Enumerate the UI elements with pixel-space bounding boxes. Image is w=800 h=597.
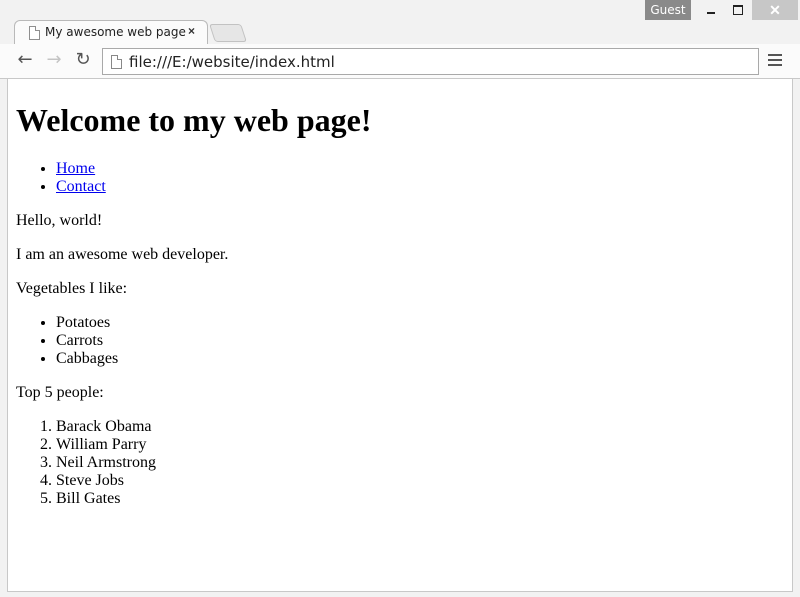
forward-arrow-icon[interactable]: → xyxy=(44,50,64,70)
vegetables-list: Potatoes Carrots Cabbages xyxy=(16,314,784,368)
list-item: Home xyxy=(56,160,784,178)
minimize-icon xyxy=(707,12,715,14)
address-bar[interactable]: file:///E:/website/index.html xyxy=(102,48,759,75)
list-item: Steve Jobs xyxy=(56,472,784,490)
people-heading: Top 5 people: xyxy=(16,384,104,401)
tab-title: My awesome web page xyxy=(45,25,186,39)
close-icon: ✕ xyxy=(769,2,781,18)
minimize-button[interactable] xyxy=(698,0,724,20)
maximize-button[interactable] xyxy=(725,0,751,20)
vegetables-heading: Vegetables I like: xyxy=(16,280,128,297)
contact-link[interactable]: Contact xyxy=(56,178,106,195)
page-heading: Welcome to my web page! xyxy=(16,102,372,138)
guest-profile-badge[interactable]: Guest xyxy=(645,0,691,20)
page-viewport: Welcome to my web page! Home Contact Hel… xyxy=(7,79,793,592)
browser-toolbar: ← → ↻ file:///E:/website/index.html xyxy=(0,44,800,79)
list-item: Neil Armstrong xyxy=(56,454,784,472)
window-close-button[interactable]: ✕ xyxy=(752,0,798,20)
new-tab-button[interactable] xyxy=(209,24,247,42)
document-icon xyxy=(29,26,40,40)
maximize-icon xyxy=(733,5,743,15)
nav-list: Home Contact xyxy=(16,160,784,196)
greeting-text: Hello, world! xyxy=(16,212,103,229)
hamburger-menu-icon[interactable] xyxy=(768,54,782,68)
list-item: Barack Obama xyxy=(56,418,784,436)
page-content: Welcome to my web page! Home Contact Hel… xyxy=(8,102,792,508)
page-icon xyxy=(111,55,122,69)
list-item: Carrots xyxy=(56,332,784,350)
reload-icon[interactable]: ↻ xyxy=(73,50,93,70)
people-list: Barack Obama William Parry Neil Armstron… xyxy=(16,418,784,508)
list-item: Bill Gates xyxy=(56,490,784,508)
back-arrow-icon[interactable]: ← xyxy=(15,50,35,70)
list-item: Contact xyxy=(56,178,784,196)
browser-tab[interactable]: My awesome web page × xyxy=(14,20,208,45)
intro-text: I am an awesome web developer. xyxy=(16,246,229,263)
list-item: William Parry xyxy=(56,436,784,454)
url-text[interactable]: file:///E:/website/index.html xyxy=(129,53,335,71)
tab-close-icon[interactable]: × xyxy=(188,24,195,38)
home-link[interactable]: Home xyxy=(56,160,95,177)
list-item: Potatoes xyxy=(56,314,784,332)
title-bar: Guest ✕ My awesome web page × xyxy=(0,0,800,45)
list-item: Cabbages xyxy=(56,350,784,368)
